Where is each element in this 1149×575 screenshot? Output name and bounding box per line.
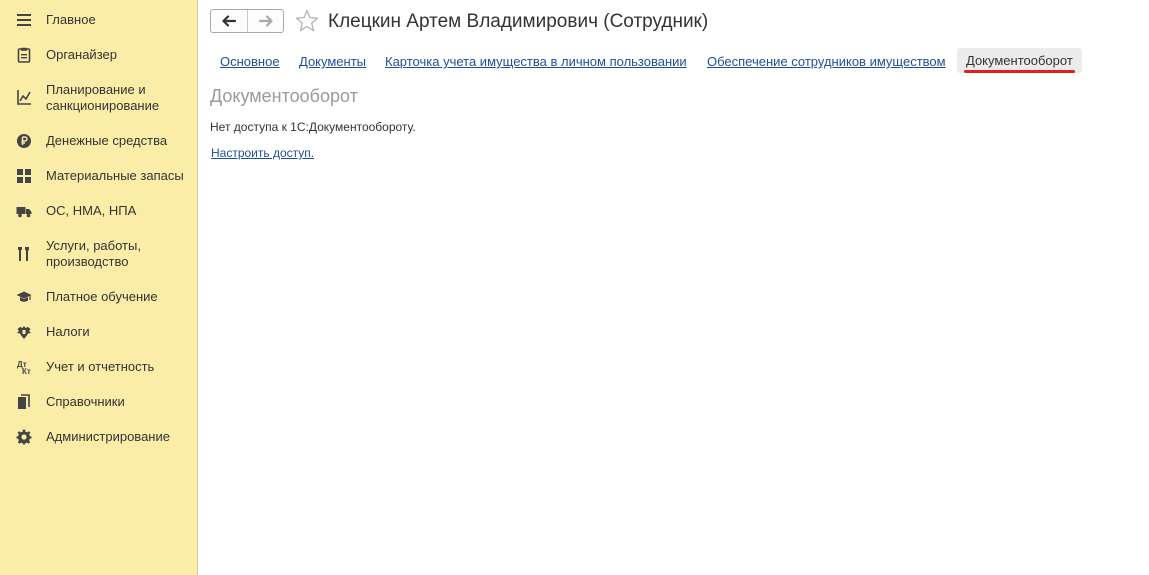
graduation-cap-icon	[16, 289, 32, 305]
arrow-right-icon	[258, 15, 273, 27]
sidebar-item-label: Денежные средства	[46, 133, 168, 148]
debit-credit-icon: Дт Кт	[16, 359, 32, 375]
history-navigation	[210, 9, 284, 33]
gear-icon	[16, 429, 32, 445]
tab-property-card[interactable]: Карточка учета имущества в личном пользо…	[385, 53, 687, 74]
back-button[interactable]	[211, 10, 247, 32]
ruble-coin-icon	[16, 133, 32, 149]
sidebar-item-label: Материальные запасы	[46, 168, 184, 183]
page-title: Клецкин Артем Владимирович (Сотрудник)	[328, 11, 709, 32]
sidebar-item-services[interactable]: Услуги, работы, производство	[0, 237, 197, 271]
books-icon	[16, 394, 32, 410]
sidebar-item-paid-education[interactable]: Платное обучение	[0, 288, 197, 306]
sidebar-item-label: ОС, НМА, НПА	[46, 203, 137, 218]
sidebar-item-taxes[interactable]: Налоги	[0, 323, 197, 341]
sidebar-item-label: Планирование и санкционирование	[46, 82, 160, 113]
sidebar-item-planning[interactable]: Планирование и санкционирование	[0, 81, 197, 115]
active-tab-highlight	[964, 70, 1075, 73]
sidebar-item-label: Администрирование	[46, 429, 170, 444]
planning-chart-icon	[16, 89, 32, 105]
emblem-eagle-icon	[16, 324, 32, 340]
sidebar-item-label: Органайзер	[46, 47, 117, 62]
sidebar-item-money[interactable]: Денежные средства	[0, 132, 197, 150]
sidebar-item-label: Налоги	[46, 324, 90, 339]
forward-button[interactable]	[247, 10, 283, 32]
section-title: Документооборот	[210, 86, 358, 106]
sidebar-item-label: Учет и отчетность	[46, 359, 155, 374]
tools-icon	[16, 246, 32, 262]
tab-main[interactable]: Основное	[220, 53, 280, 74]
tab-employee-supply[interactable]: Обеспечение сотрудников имуществом	[707, 53, 946, 74]
sidebar-item-label: Главное	[46, 12, 96, 27]
tab-documents[interactable]: Документы	[299, 53, 366, 74]
sidebar: Главное Органайзер Планирование и санкци…	[0, 0, 198, 575]
sidebar-item-label: Услуги, работы, производство	[46, 238, 141, 269]
sidebar-item-fixed-assets[interactable]: ОС, НМА, НПА	[0, 202, 197, 220]
favorite-star-icon[interactable]	[295, 9, 319, 33]
menu-icon	[16, 12, 32, 28]
svg-text:Кт: Кт	[22, 367, 31, 375]
sidebar-item-accounting[interactable]: Дт Кт Учет и отчетность	[0, 358, 197, 376]
sidebar-item-main[interactable]: Главное	[0, 11, 197, 29]
access-message: Нет доступа к 1С:Документообороту.	[210, 120, 416, 134]
grid-blocks-icon	[16, 168, 32, 184]
clipboard-icon	[16, 47, 32, 63]
truck-icon	[16, 203, 32, 219]
sidebar-item-organizer[interactable]: Органайзер	[0, 46, 197, 64]
arrow-left-icon	[222, 15, 237, 27]
sidebar-item-catalogs[interactable]: Справочники	[0, 393, 197, 411]
sidebar-item-materials[interactable]: Материальные запасы	[0, 167, 197, 185]
sidebar-item-label: Справочники	[46, 394, 125, 409]
sidebar-item-administration[interactable]: Администрирование	[0, 428, 197, 446]
setup-access-link[interactable]: Настроить доступ.	[211, 146, 314, 161]
sidebar-item-label: Платное обучение	[46, 289, 158, 304]
